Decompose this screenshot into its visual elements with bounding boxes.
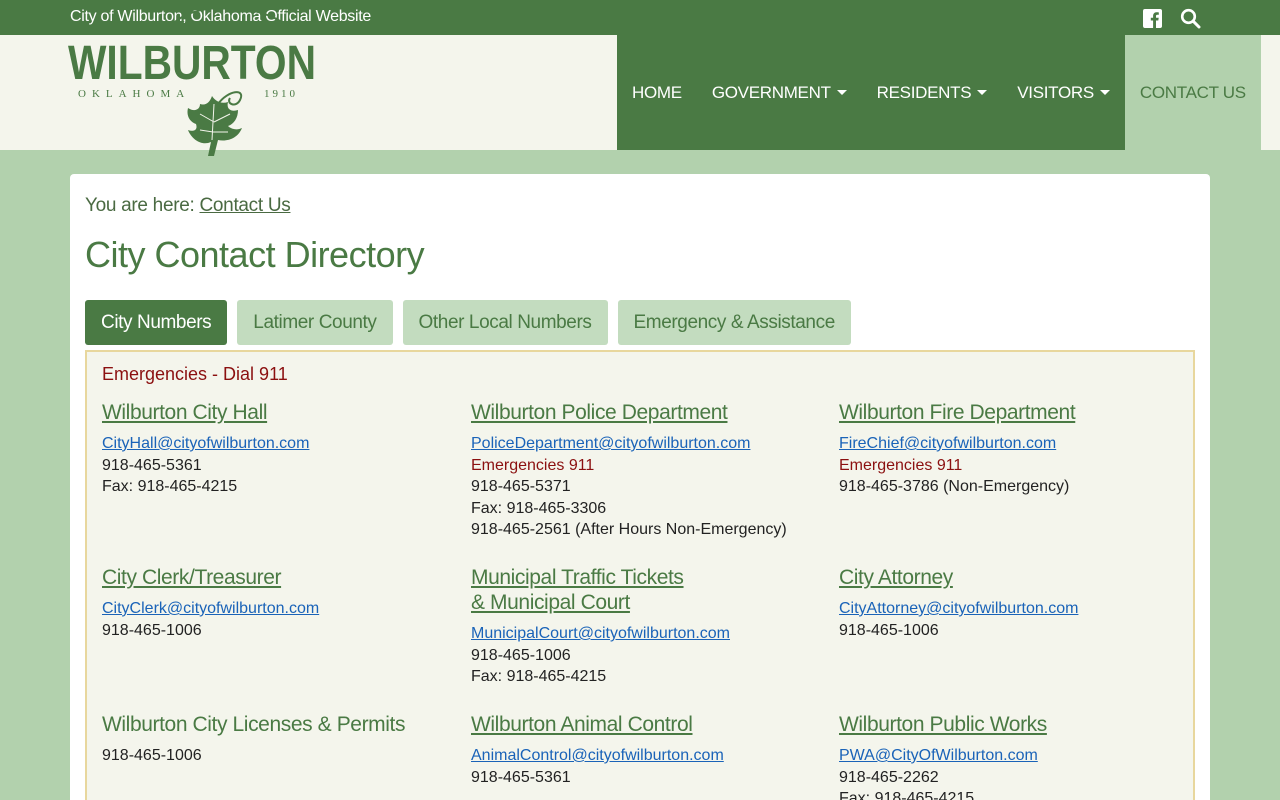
contact-title-link[interactable]: Wilburton City Hall [102,401,268,424]
nav-home-label: HOME [632,82,682,102]
tab-other-local-numbers[interactable]: Other Local Numbers [402,300,608,345]
email-link[interactable]: CityClerk@cityofwilburton.com [102,598,462,620]
contact-title-link[interactable]: Wilburton Public Works [839,713,1047,736]
contact-title-link[interactable]: Wilburton Police Department [471,401,728,424]
contact-city-clerk: City Clerk/Treasurer CityClerk@cityofwil… [102,565,462,641]
contact-title-link-2[interactable]: & Municipal Court [471,591,630,614]
facebook-icon[interactable] [1141,7,1163,29]
logo-year: 1910 [264,88,298,100]
logo-swirl [167,6,291,33]
contact-fire-department: Wilburton Fire Department FireChief@city… [839,400,1199,498]
tab-latimer-county[interactable]: Latimer County [237,300,393,345]
contact-title: Wilburton Fire Department [839,400,1199,425]
contact-municipal-court: Municipal Traffic Tickets & Municipal Cou… [471,565,831,688]
contact-animal-control: Wilburton Animal Control AnimalControl@c… [471,712,831,788]
fax-number: Fax: 918-465-3306 [471,499,607,517]
chevron-down-icon [836,90,847,95]
contact-title-link-1[interactable]: Municipal Traffic Tickets [471,566,684,589]
breadcrumb-link-contact-us[interactable]: Contact Us [199,195,290,216]
content-panel: You are here: Contact Us City Contact Di… [70,174,1210,800]
phone-number: 918-465-3786 (Non-Emergency) [839,478,1070,495]
fax-number: Fax: 918-465-4215 [839,790,975,800]
site-logo[interactable]: WILBURTON OKLAHOMA 1910 [68,4,320,156]
chevron-down-icon [1099,90,1110,95]
nav-home[interactable]: HOME [617,35,697,150]
logo-wordmark: WILBURTON [68,37,316,90]
nav-visitors[interactable]: VISITORS [1002,35,1125,150]
nav-contact-us-label: CONTACT US [1139,82,1246,102]
search-icon[interactable] [1179,7,1201,29]
email-link[interactable]: PoliceDepartment@cityofwilburton.com [471,433,851,455]
contact-title: Municipal Traffic Tickets & Municipal Cou… [471,565,831,615]
contact-title-link[interactable]: City Clerk/Treasurer [102,566,281,589]
phone-number: 918-465-1006 [839,621,939,639]
page-title: City Contact Directory [85,234,425,275]
phone-number: 918-465-5361 [471,768,571,786]
tab-panel-city-numbers: Emergencies - Dial 911 Wilburton City Ha… [85,350,1195,800]
fax-number: Fax: 918-465-4215 [471,668,607,685]
contact-title: Wilburton City Hall [102,400,462,425]
contact-title-link[interactable]: City Attorney [839,566,953,589]
after-hours-number: 918-465-2561 (After Hours Non-Emergency) [471,521,787,538]
email-link[interactable]: FireChief@cityofwilburton.com [839,433,1199,455]
contact-city-attorney: City Attorney CityAttorney@cityofwilburt… [839,565,1199,641]
email-link[interactable]: AnimalControl@cityofwilburton.com [471,745,831,767]
chevron-down-icon [977,90,988,95]
nav-contact-us[interactable]: CONTACT US [1124,35,1261,150]
email-link[interactable]: PWA@CityOfWilburton.com [839,745,1199,767]
nav-government[interactable]: GOVERNMENT [697,35,862,150]
directory-tabs: City Numbers Latimer County Other Local … [85,300,851,345]
contact-title: Wilburton Public Works [839,712,1199,737]
phone-number: 918-465-2262 [839,768,939,786]
tab-emergency-assistance[interactable]: Emergency & Assistance [617,300,851,345]
breadcrumb-prefix: You are here: [85,195,195,216]
contact-title: City Attorney [839,565,1199,590]
tab-city-numbers[interactable]: City Numbers [85,300,228,345]
nav-visitors-label: VISITORS [1017,82,1094,102]
phone-number: 918-465-5371 [471,478,571,495]
nav-residents-label: RESIDENTS [876,82,972,102]
nav-residents[interactable]: RESIDENTS [862,35,1003,150]
emergency-line: Emergencies 911 [839,456,963,474]
phone-number: 918-465-1006 [102,621,202,639]
contact-title: Wilburton Animal Control [471,712,831,737]
email-link[interactable]: CityHall@cityofwilburton.com [102,433,462,455]
email-link[interactable]: CityAttorney@cityofwilburton.com [839,598,1199,620]
contact-public-works: Wilburton Public Works PWA@CityOfWilburt… [839,712,1199,800]
contact-title: Wilburton Police Department [471,400,851,425]
nav-government-label: GOVERNMENT [711,82,831,102]
fax-number: Fax: 918-465-4215 [102,478,238,495]
contact-licenses-permits: Wilburton City Licenses & Permits 918-46… [102,712,462,767]
contact-title-link[interactable]: Wilburton Animal Control [471,713,693,736]
contact-title: City Clerk/Treasurer [102,565,462,590]
emergency-note: Emergencies - Dial 911 [102,364,288,384]
emergency-line: Emergencies 911 [471,456,595,474]
phone-number: 918-465-1006 [471,646,571,664]
logo-state: OKLAHOMA [78,88,190,100]
main-nav: HOME GOVERNMENT RESIDENTS VISITORS CONTA… [617,35,1261,150]
breadcrumb: You are here: Contact Us [85,195,291,217]
contact-police-department: Wilburton Police Department PoliceDepart… [471,400,851,541]
email-link[interactable]: MunicipalCourt@cityofwilburton.com [471,623,831,645]
contact-city-hall: Wilburton City Hall CityHall@cityofwilbu… [102,400,462,498]
phone-number: 918-465-1006 [102,747,202,764]
contact-title: Wilburton City Licenses & Permits [102,713,406,736]
phone-number: 918-465-5361 [102,456,202,474]
contact-title-link[interactable]: Wilburton Fire Department [839,401,1076,424]
